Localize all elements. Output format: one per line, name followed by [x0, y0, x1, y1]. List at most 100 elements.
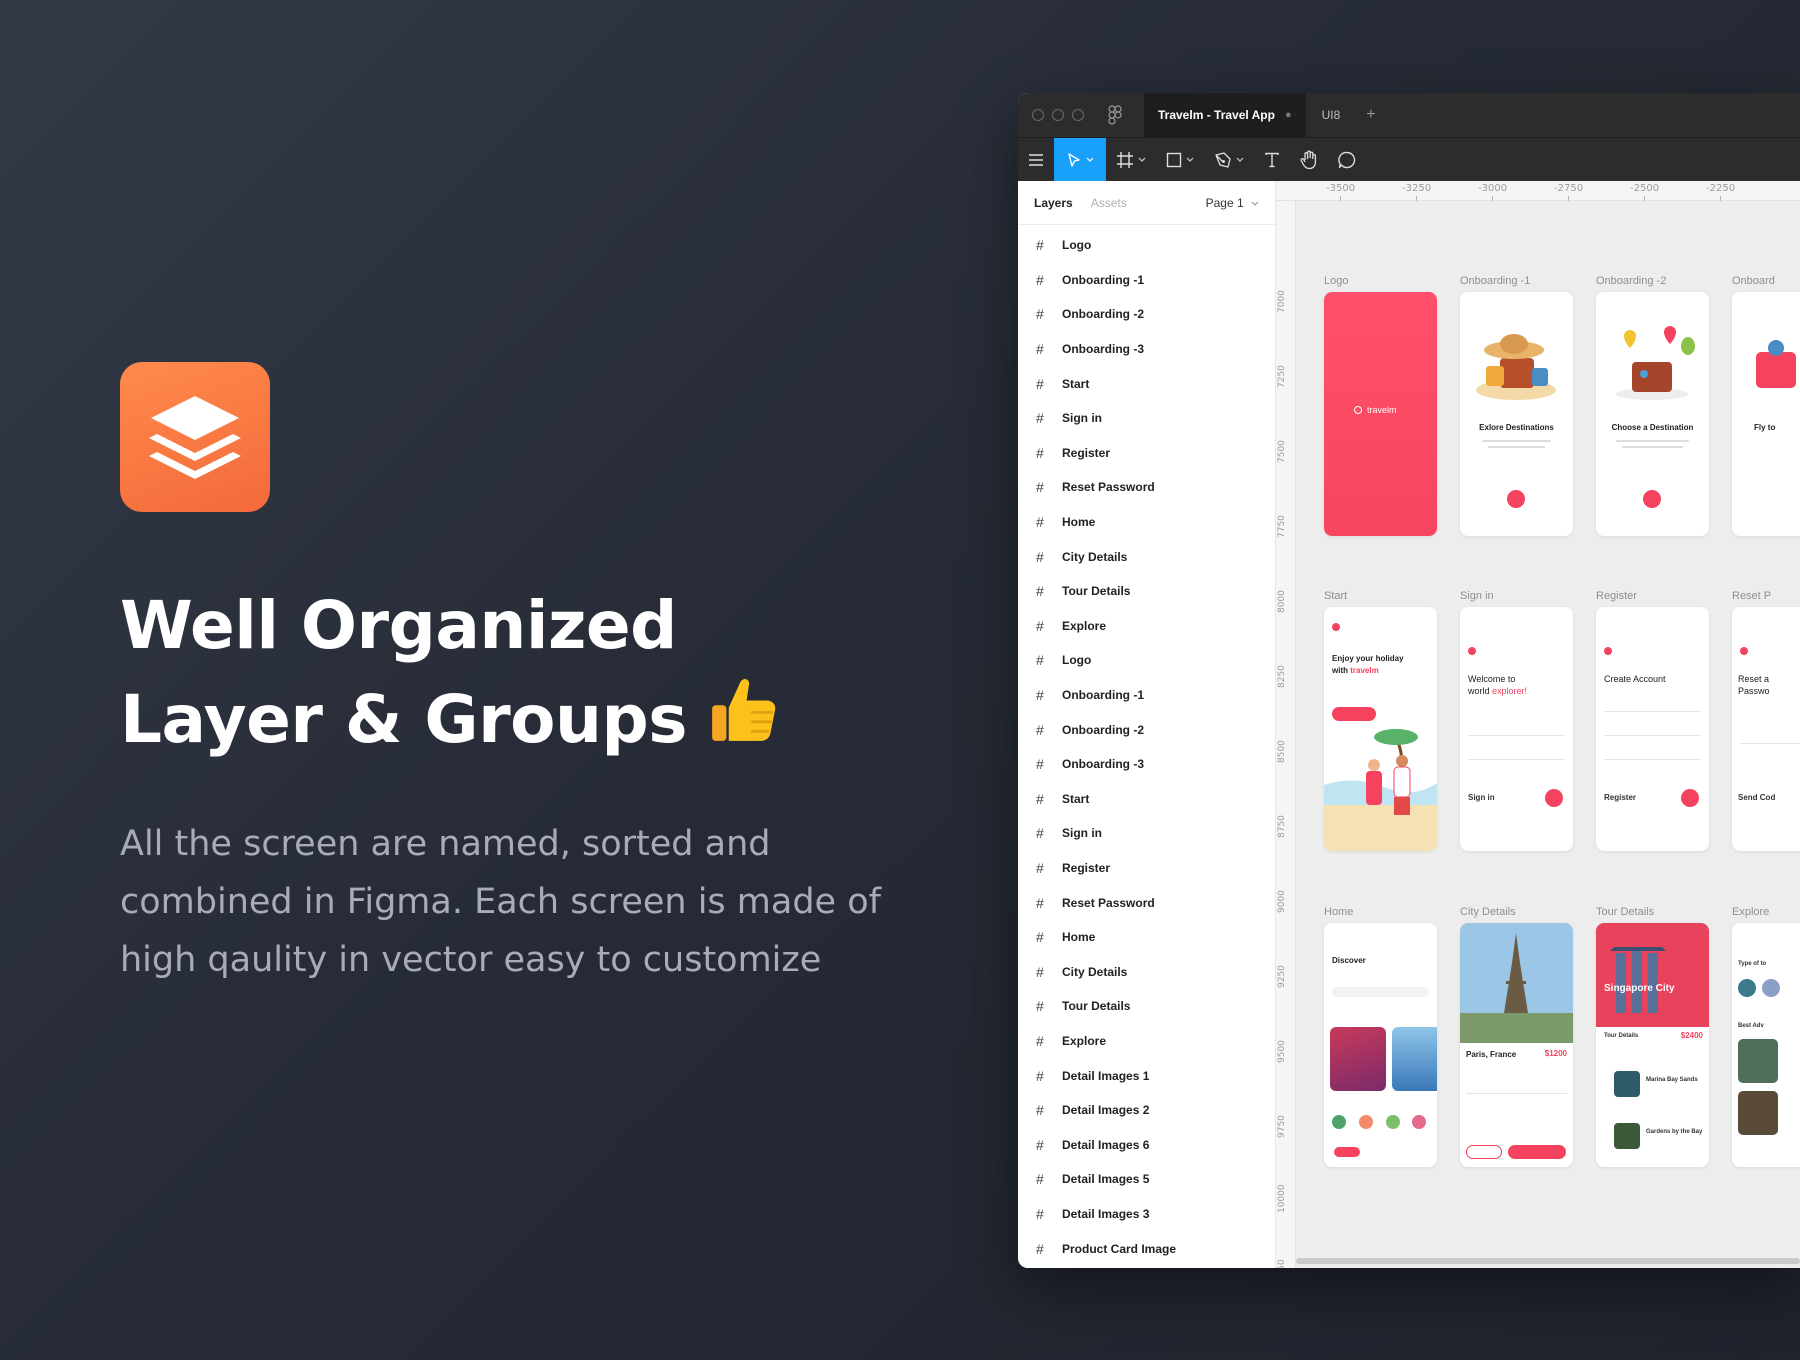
- shape-tool-button[interactable]: [1156, 138, 1204, 182]
- register-button[interactable]: [1681, 789, 1699, 807]
- frame-start[interactable]: Enjoy your holiday with travelm: [1324, 607, 1437, 851]
- sign-in-button[interactable]: [1545, 789, 1563, 807]
- category-icon[interactable]: [1412, 1115, 1426, 1129]
- zoom-window-button[interactable]: [1072, 109, 1084, 121]
- password-field[interactable]: [1468, 759, 1565, 760]
- frame-label[interactable]: Onboard: [1732, 275, 1775, 287]
- email-field[interactable]: [1740, 743, 1800, 744]
- layer-item[interactable]: # Detail Images 1: [1018, 1058, 1275, 1093]
- layer-item[interactable]: # Start: [1018, 782, 1275, 817]
- layer-item[interactable]: # Onboarding -3: [1018, 332, 1275, 367]
- book-now-button[interactable]: [1508, 1145, 1566, 1159]
- frame-label[interactable]: Explore: [1732, 906, 1769, 918]
- search-input[interactable]: [1332, 987, 1429, 997]
- explore-button[interactable]: [1332, 707, 1376, 721]
- comment-tool-button[interactable]: [1328, 138, 1366, 182]
- email-field[interactable]: [1468, 735, 1565, 736]
- frame-reset-password[interactable]: Reset a Passwo Send Cod: [1732, 607, 1800, 851]
- layer-item[interactable]: # Logo: [1018, 643, 1275, 678]
- next-button[interactable]: [1643, 490, 1661, 508]
- layer-item[interactable]: # Explore: [1018, 609, 1275, 644]
- move-tool-button[interactable]: [1054, 137, 1106, 182]
- close-tab-icon[interactable]: ●: [1285, 109, 1292, 121]
- layer-item[interactable]: # Start: [1018, 366, 1275, 401]
- frame-label[interactable]: City Details: [1460, 906, 1516, 918]
- layer-item[interactable]: # Tour Details: [1018, 989, 1275, 1024]
- frame-label[interactable]: Home: [1324, 906, 1353, 918]
- password-field[interactable]: [1604, 759, 1701, 760]
- layer-item[interactable]: # Register: [1018, 436, 1275, 471]
- text-tool-button[interactable]: [1254, 138, 1290, 182]
- layer-item[interactable]: # Onboarding -1: [1018, 263, 1275, 298]
- frame-tool-button[interactable]: [1106, 138, 1156, 182]
- type-icon[interactable]: [1762, 979, 1780, 997]
- destination-card[interactable]: [1330, 1027, 1386, 1091]
- frame-label[interactable]: Tour Details: [1596, 906, 1654, 918]
- tab-layers[interactable]: Layers: [1034, 196, 1073, 210]
- tab-assets[interactable]: Assets: [1091, 196, 1127, 210]
- frame-explore[interactable]: Type of to Best Adv: [1732, 923, 1800, 1167]
- pen-tool-button[interactable]: [1204, 138, 1254, 182]
- frame-onboarding-2[interactable]: Choose a Destination: [1596, 292, 1709, 536]
- layer-item[interactable]: # Detail Images 5: [1018, 1162, 1275, 1197]
- adventure-card[interactable]: [1738, 1039, 1778, 1083]
- minimize-window-button[interactable]: [1052, 109, 1064, 121]
- canvas[interactable]: -3500 -3250 -3000 -2750 -2500 -2250 7000 7250 7…: [1276, 181, 1800, 1268]
- hand-tool-button[interactable]: [1290, 138, 1328, 182]
- page-selector[interactable]: Page 1: [1206, 196, 1259, 210]
- frame-label[interactable]: Onboarding -1: [1460, 275, 1530, 287]
- frame-label[interactable]: Logo: [1324, 275, 1348, 287]
- layer-item[interactable]: # Onboarding -1: [1018, 678, 1275, 713]
- email-field[interactable]: [1604, 735, 1701, 736]
- horizontal-scrollbar[interactable]: [1296, 1258, 1800, 1264]
- layer-item[interactable]: # City Details: [1018, 539, 1275, 574]
- frame-tour-details[interactable]: Singapore City Tour Details $2400 Marina…: [1596, 923, 1709, 1167]
- frame-onboarding-1[interactable]: Exlore Destinations: [1460, 292, 1573, 536]
- tab-ui8[interactable]: UI8: [1306, 108, 1357, 122]
- layer-item[interactable]: # Home: [1018, 920, 1275, 955]
- layer-item[interactable]: # Tour Details: [1018, 574, 1275, 609]
- layer-item[interactable]: # Sign in: [1018, 401, 1275, 436]
- layer-item[interactable]: # Detail Images 3: [1018, 1197, 1275, 1232]
- frame-register[interactable]: Create Account Register: [1596, 607, 1709, 851]
- adventure-card[interactable]: [1738, 1091, 1778, 1135]
- frame-onboarding-3[interactable]: Fly to: [1732, 292, 1800, 536]
- category-icon[interactable]: [1386, 1115, 1400, 1129]
- frame-label[interactable]: Reset P: [1732, 590, 1771, 602]
- secondary-button[interactable]: [1466, 1145, 1502, 1159]
- layer-item[interactable]: # Sign in: [1018, 816, 1275, 851]
- frame-city-details[interactable]: Paris, France $1200: [1460, 923, 1573, 1167]
- layer-item[interactable]: # Onboarding -2: [1018, 297, 1275, 332]
- home-nav-button[interactable]: [1334, 1147, 1360, 1157]
- layer-item[interactable]: # Logo: [1018, 228, 1275, 263]
- frame-label[interactable]: Start: [1324, 590, 1347, 602]
- layer-item[interactable]: # Product Card Image: [1018, 1231, 1275, 1266]
- layer-item[interactable]: # Reset Password: [1018, 885, 1275, 920]
- frame-logo[interactable]: travelm: [1324, 292, 1437, 536]
- category-icon[interactable]: [1332, 1115, 1346, 1129]
- layer-item[interactable]: # Detail Images 2: [1018, 1093, 1275, 1128]
- new-tab-icon[interactable]: +: [1356, 106, 1385, 124]
- frame-sign-in[interactable]: Welcome to world explorer! Sign in: [1460, 607, 1573, 851]
- layer-item[interactable]: # Home: [1018, 505, 1275, 540]
- frame-label[interactable]: Register: [1596, 590, 1637, 602]
- frame-home[interactable]: Discover: [1324, 923, 1437, 1167]
- layer-item[interactable]: # Onboarding -2: [1018, 712, 1275, 747]
- frame-label[interactable]: Onboarding -2: [1596, 275, 1666, 287]
- layer-item[interactable]: # City Details: [1018, 954, 1275, 989]
- layer-item[interactable]: # Reset Password: [1018, 470, 1275, 505]
- type-icon[interactable]: [1738, 979, 1756, 997]
- close-window-button[interactable]: [1032, 109, 1044, 121]
- tab-travelm[interactable]: Travelm - Travel App ●: [1144, 93, 1306, 137]
- name-field[interactable]: [1604, 711, 1701, 712]
- figma-icon[interactable]: [1108, 105, 1122, 125]
- layer-item[interactable]: # Onboarding -3: [1018, 747, 1275, 782]
- layer-item[interactable]: # Register: [1018, 851, 1275, 886]
- destination-card[interactable]: [1392, 1027, 1437, 1091]
- layer-item[interactable]: # Explore: [1018, 1024, 1275, 1059]
- frame-label[interactable]: Sign in: [1460, 590, 1494, 602]
- category-icon[interactable]: [1359, 1115, 1373, 1129]
- next-button[interactable]: [1507, 490, 1525, 508]
- layer-item[interactable]: # Detail Images 6: [1018, 1127, 1275, 1162]
- menu-icon[interactable]: [1018, 138, 1054, 182]
